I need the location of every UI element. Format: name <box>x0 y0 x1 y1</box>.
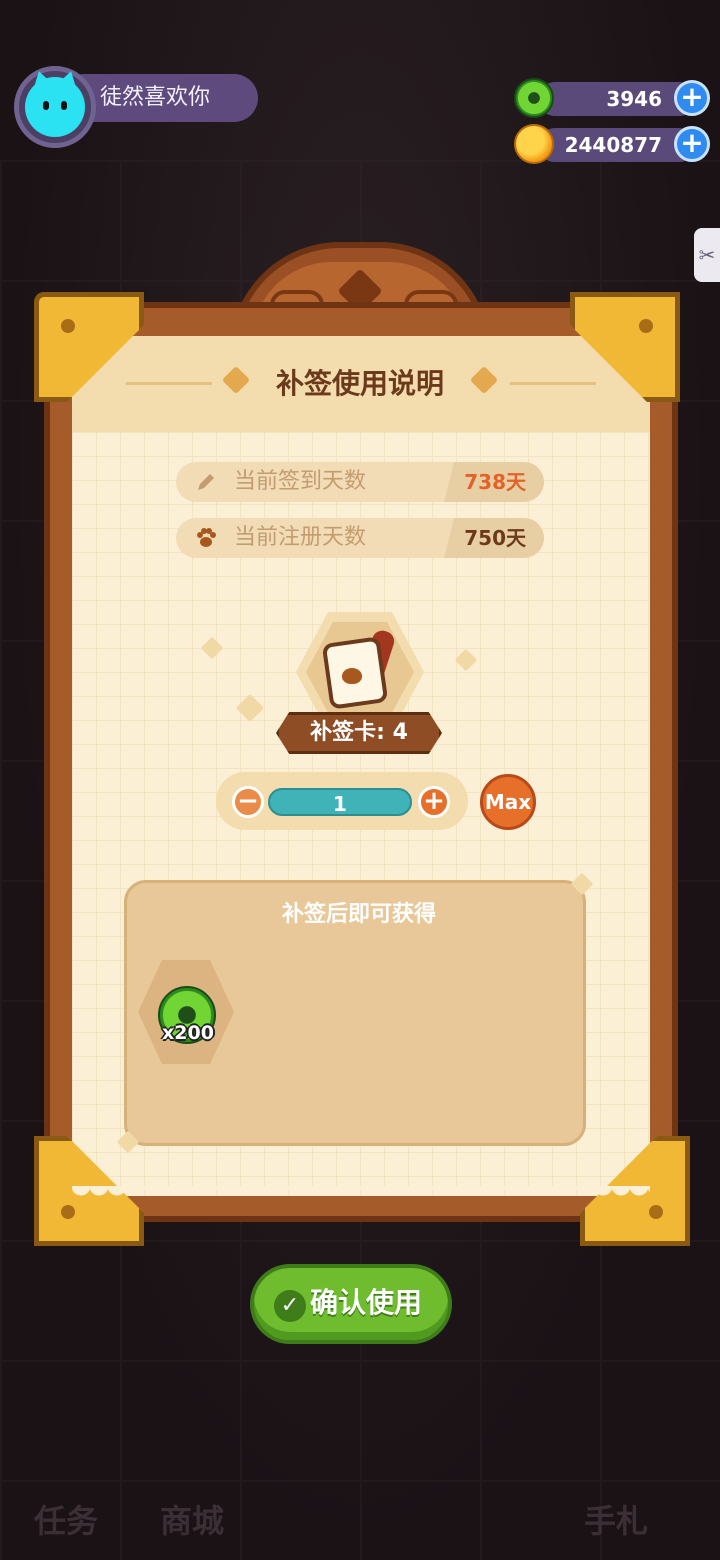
stat-checkin-days: 当前签到天数 738天 <box>176 462 544 502</box>
stat-checkin-value: 738天 <box>464 470 526 494</box>
quantity-value: 1 <box>268 788 412 816</box>
add-green-currency-button[interactable]: + <box>674 80 710 116</box>
reward-item-quantity: x200 <box>162 1022 214 1044</box>
stat-register-value: 750天 <box>464 526 526 550</box>
bg-tab-shop-label: 商城 <box>160 1502 225 1540</box>
card-paw-icon <box>342 668 362 684</box>
confirm-use-label: 确认使用 <box>310 1286 423 1319</box>
side-scissors-tab[interactable]: ✂ <box>694 228 720 282</box>
confirm-use-button[interactable]: ✓ 确认使用 <box>250 1264 452 1344</box>
bg-tab-tasks-label: 任务 <box>34 1502 99 1540</box>
stat-checkin-label: 当前签到天数 <box>234 469 367 494</box>
pencil-icon <box>198 474 214 490</box>
cat-avatar-icon <box>25 77 85 137</box>
max-button[interactable]: Max <box>480 774 536 830</box>
add-gold-currency-button[interactable]: + <box>674 126 710 162</box>
stat-register-days: 当前注册天数 750天 <box>176 518 544 558</box>
increase-button[interactable]: + <box>418 786 450 818</box>
bg-tab-notes-label: 手札 <box>584 1502 649 1540</box>
stat-register-label: 当前注册天数 <box>234 525 367 550</box>
currency-gold-amount: 2440877 <box>538 128 696 162</box>
card-count-label: 补签卡: 4 <box>276 712 442 754</box>
gold-planet-coin-icon <box>514 124 554 164</box>
currency-green: 3946 + <box>514 78 710 118</box>
dialog-title: 补签使用说明 <box>275 367 444 400</box>
reward-title: 补签后即可获得 <box>281 902 436 927</box>
currency-green-amount: 3946 <box>538 82 696 116</box>
decrease-button[interactable]: − <box>232 786 264 818</box>
currency-gold: 2440877 + <box>514 124 710 164</box>
paper-wave-edge <box>72 1186 650 1204</box>
paw-icon <box>197 528 216 547</box>
avatar[interactable] <box>14 66 96 148</box>
green-donut-coin-icon <box>514 78 554 118</box>
check-icon: ✓ <box>274 1290 306 1322</box>
